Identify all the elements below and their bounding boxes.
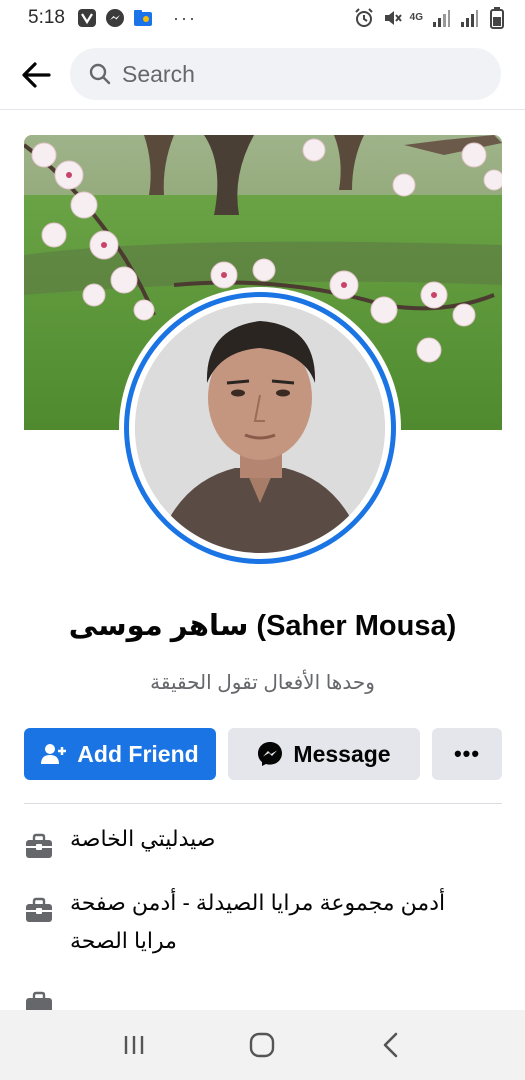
detail-text: أدمن مجموعة مرايا الصيدلة - أدمن صفحة مر… <box>70 890 446 953</box>
detail-text: صيدليتي الخاصة <box>70 826 216 851</box>
add-friend-label: Add Friend <box>77 740 199 767</box>
detail-item: صيدليتي الخاصة <box>24 820 502 862</box>
search-bar[interactable] <box>70 48 501 100</box>
battery-icon <box>487 7 507 29</box>
add-friend-icon <box>41 743 67 765</box>
back-nav-button[interactable] <box>371 1025 411 1065</box>
network-type-label: 4G <box>409 12 423 23</box>
more-options-icon: ••• <box>453 741 481 766</box>
profile-picture-container[interactable] <box>119 287 401 569</box>
alarm-icon <box>354 8 374 28</box>
more-options-button[interactable]: ••• <box>432 728 502 780</box>
recent-apps-button[interactable] <box>114 1025 154 1065</box>
notification-icons: ··· <box>77 8 197 29</box>
system-icons: 4G <box>354 7 507 29</box>
detail-item: أدمن مجموعة مرايا الصيدلة - أدمن صفحة مر… <box>24 884 502 960</box>
signal-icon <box>431 8 451 28</box>
system-navigation-bar <box>0 1010 525 1080</box>
briefcase-icon <box>24 896 54 926</box>
status-time: 5:18 <box>28 7 65 28</box>
home-button[interactable] <box>242 1025 282 1065</box>
status-bar: 5:18 ··· 4G <box>0 0 525 36</box>
chevron-left-icon <box>383 1032 398 1058</box>
messenger-icon <box>257 741 283 767</box>
profile-picture-border <box>124 292 396 564</box>
search-header <box>0 40 525 110</box>
profile-details: صيدليتي الخاصة أدمن مجموعة مرايا الصيدلة… <box>24 820 502 1042</box>
message-button[interactable]: Message <box>228 728 420 780</box>
mute-icon <box>382 8 402 28</box>
home-icon <box>250 1032 275 1058</box>
section-divider <box>24 803 502 804</box>
profile-actions: Add Friend Message ••• <box>24 728 502 780</box>
briefcase-icon <box>24 832 54 862</box>
back-button[interactable] <box>12 51 60 99</box>
search-input[interactable] <box>122 60 422 88</box>
more-notifications-icon: ··· <box>172 7 197 28</box>
profile-name: ساهر موسى (Saher Mousa) <box>68 610 457 642</box>
back-arrow-icon <box>22 61 51 88</box>
messenger-icon <box>105 8 125 28</box>
folder-icon <box>133 8 153 28</box>
add-friend-button[interactable]: Add Friend <box>24 728 216 780</box>
profile-picture[interactable] <box>135 303 385 553</box>
signal-2-icon <box>459 8 479 28</box>
search-icon <box>89 63 111 85</box>
viber-icon <box>77 8 97 28</box>
recent-apps-icon <box>124 1036 144 1054</box>
message-label: Message <box>293 740 391 767</box>
profile-bio: وحدها الأفعال تقول الحقيقة <box>150 672 375 694</box>
